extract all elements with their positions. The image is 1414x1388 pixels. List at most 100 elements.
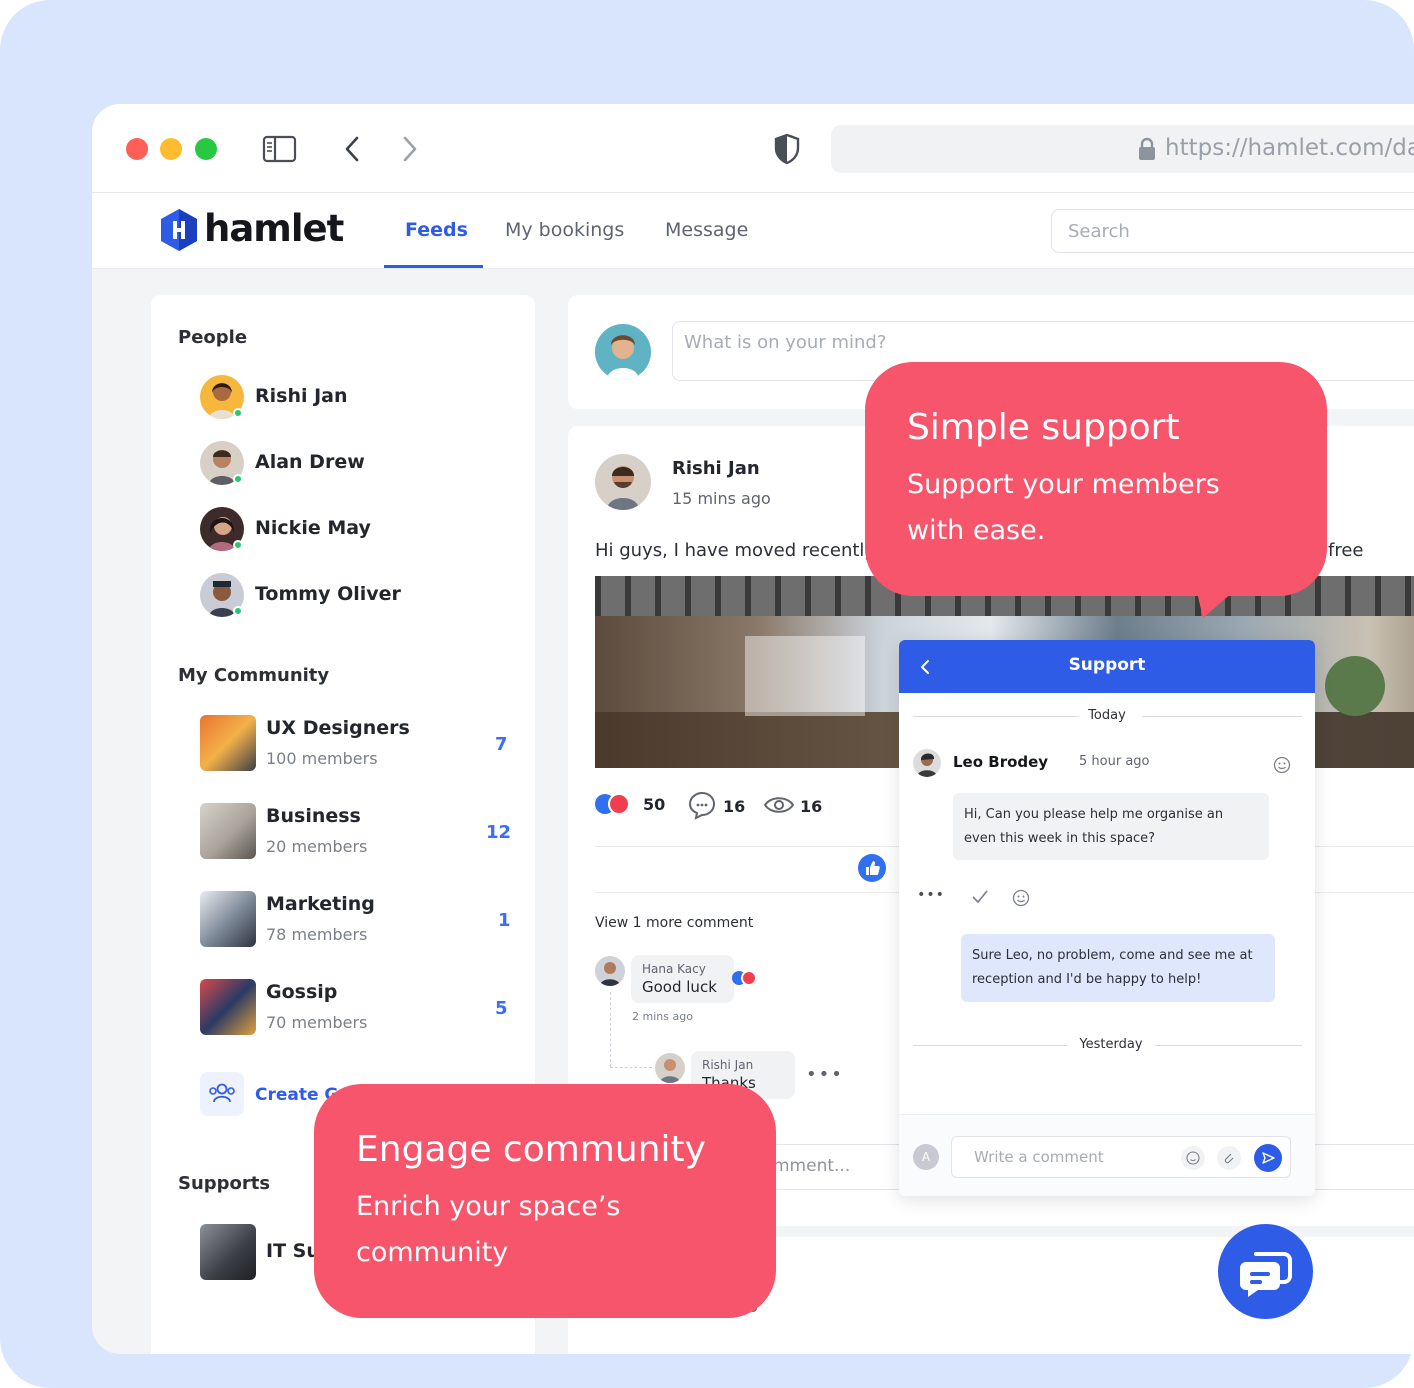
divider [1155, 1045, 1302, 1046]
callout-engage-community: Engage community Enrich your space’s com… [314, 1084, 776, 1318]
heart-reaction-icon [608, 793, 630, 815]
chat-input-bar: A Write a comment [899, 1114, 1315, 1196]
page-background: https://hamlet.com/das hamlet Feeds My b… [0, 0, 1414, 1388]
community-unread-count: 1 [498, 910, 511, 931]
community-name[interactable]: Business [266, 805, 361, 827]
eye-icon [763, 797, 795, 813]
community-members: 70 members [266, 1013, 368, 1032]
create-group-button[interactable] [200, 1072, 244, 1116]
composer-placeholder: What is on your mind? [684, 332, 887, 353]
thread-line [610, 1067, 652, 1068]
browser-toolbar: https://hamlet.com/das [92, 104, 1414, 193]
support-chat-title: Support [1068, 655, 1146, 675]
avatar[interactable] [595, 956, 625, 986]
community-thumbnail[interactable] [200, 803, 256, 859]
more-options-icon[interactable]: ••• [806, 1064, 844, 1085]
users-icon [209, 1083, 235, 1103]
sidebar-person-name[interactable]: Tommy Oliver [255, 583, 401, 605]
support-item-name[interactable]: IT Su [266, 1240, 320, 1262]
callout-text: community [356, 1237, 509, 1268]
attach-button[interactable] [1217, 1146, 1241, 1170]
callout-title: Simple support [907, 407, 1180, 448]
callout-text: Enrich your space’s [356, 1191, 621, 1222]
forward-arrow-icon[interactable] [400, 135, 420, 163]
online-status-dot [233, 408, 243, 418]
chat-message-input[interactable]: Write a comment [951, 1136, 1291, 1178]
outgoing-message: Sure Leo, no problem, come and see me at… [961, 934, 1275, 1002]
logo-text: hamlet [204, 207, 344, 250]
sidebar-person-name[interactable]: Alan Drew [255, 451, 365, 473]
comments-count[interactable]: 16 [723, 797, 745, 816]
callout-text: Support your members [907, 469, 1220, 500]
community-name[interactable]: Marketing [266, 893, 375, 915]
online-status-dot [233, 540, 243, 550]
close-window-button[interactable] [126, 138, 148, 160]
tab-my-bookings[interactable]: My bookings [505, 219, 624, 241]
community-unread-count: 12 [486, 822, 512, 843]
sidebar-person-name[interactable]: Nickie May [255, 517, 371, 539]
comment-time: 2 mins ago [632, 1010, 693, 1023]
tab-feeds[interactable]: Feeds [405, 219, 468, 241]
maximize-window-button[interactable] [195, 138, 217, 160]
address-bar[interactable]: https://hamlet.com/das [831, 125, 1414, 173]
reactions-count[interactable]: 50 [643, 795, 665, 814]
community-name[interactable]: Gossip [266, 981, 337, 1003]
checkmark-icon[interactable] [971, 889, 989, 905]
view-more-comments-link[interactable]: View 1 more comment [595, 915, 753, 931]
agent-message-time: 5 hour ago [1079, 754, 1150, 769]
thumbs-up-icon [866, 861, 880, 875]
active-tab-indicator [384, 265, 483, 268]
open-chat-button[interactable] [1218, 1224, 1313, 1319]
like-button[interactable] [858, 854, 886, 882]
callout-text: with ease. [907, 515, 1046, 546]
shield-icon[interactable] [773, 133, 801, 165]
back-arrow-icon[interactable] [342, 135, 362, 163]
avatar[interactable] [595, 454, 651, 510]
avatar[interactable] [913, 749, 941, 777]
community-members: 100 members [266, 749, 378, 768]
support-chat-panel: Support Today Leo Brodey 5 hour ago Hi, … [899, 640, 1315, 1196]
callout-title: Engage community [356, 1129, 706, 1170]
post-author[interactable]: Rishi Jan [672, 458, 760, 479]
callout-simple-support: Simple support Support your members with… [865, 362, 1327, 596]
minimize-window-button[interactable] [160, 138, 182, 160]
post-time: 15 mins ago [672, 489, 771, 508]
search-input[interactable]: Search [1051, 209, 1414, 253]
emoji-icon[interactable] [1012, 889, 1030, 907]
community-unread-count: 7 [495, 734, 508, 755]
community-thumbnail[interactable] [200, 979, 256, 1035]
support-chat-header: Support [899, 640, 1315, 693]
comment-author[interactable]: Hana Kacy [642, 962, 706, 976]
agent-name[interactable]: Leo Brodey [953, 753, 1048, 771]
reply-author[interactable]: Rishi Jan [702, 1058, 753, 1072]
views-count: 16 [800, 797, 823, 816]
hamlet-logo-icon[interactable] [158, 207, 200, 253]
emoji-picker-button[interactable] [1181, 1146, 1205, 1170]
online-status-dot [233, 474, 243, 484]
community-thumbnail[interactable] [200, 891, 256, 947]
community-thumbnail[interactable] [200, 715, 256, 771]
community-members: 20 members [266, 837, 368, 856]
url-text: https://hamlet.com/das [1165, 135, 1414, 161]
chat-bubbles-icon [1240, 1252, 1292, 1297]
chat-input-placeholder: Write a comment [974, 1148, 1104, 1166]
more-options-icon[interactable]: ••• [913, 884, 949, 916]
comment-icon[interactable] [686, 790, 718, 820]
avatar[interactable] [655, 1053, 685, 1083]
supports-title: Supports [178, 1173, 271, 1194]
community-name[interactable]: UX Designers [266, 717, 410, 739]
send-button[interactable] [1254, 1144, 1282, 1172]
search-placeholder: Search [1068, 221, 1130, 242]
community-unread-count: 5 [495, 998, 508, 1019]
sidebar-toggle-icon[interactable] [262, 135, 298, 163]
community-members: 78 members [266, 925, 368, 944]
lock-icon [1139, 137, 1155, 160]
sidebar-person-name[interactable]: Rishi Jan [255, 385, 348, 407]
support-thumbnail[interactable] [200, 1224, 256, 1280]
post-text-end: free [1328, 540, 1364, 561]
my-community-title: My Community [178, 665, 330, 686]
avatar[interactable] [595, 324, 651, 380]
tab-message[interactable]: Message [665, 219, 748, 241]
emoji-icon[interactable] [1273, 756, 1291, 774]
online-status-dot [233, 606, 243, 616]
